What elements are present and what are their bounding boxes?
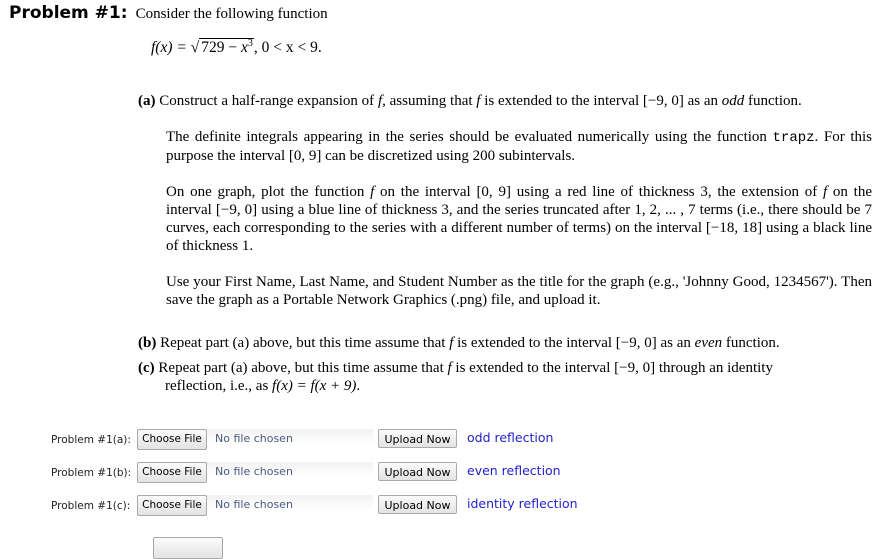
file-input-a[interactable]: Choose File No file chosen bbox=[137, 429, 373, 450]
function-formula: f(x) = √ 729 − x3, 0 < x < 9. bbox=[151, 38, 322, 57]
upload-now-button[interactable]: Upload Now bbox=[378, 462, 457, 481]
plot-instructions: On one graph, plot the function f on the… bbox=[166, 183, 872, 255]
problem-heading: Problem #1: Consider the following funct… bbox=[9, 3, 328, 23]
text-span: function. bbox=[744, 93, 802, 109]
choose-file-button[interactable]: Choose File bbox=[137, 495, 207, 516]
upload-label: Problem #1(a): bbox=[51, 434, 131, 446]
formula-radicand: 729 − x3 bbox=[199, 38, 254, 56]
problem-title: Problem #1: bbox=[9, 3, 128, 23]
text-span: is extended to the interval [−9, 0] as a… bbox=[480, 93, 722, 109]
text-span: Repeat part (a) above, but this time ass… bbox=[158, 360, 448, 376]
upload-now-button[interactable]: Upload Now bbox=[378, 495, 457, 514]
choose-file-button[interactable]: Choose File bbox=[137, 462, 207, 483]
text-span: on the interval [0, 9] using a red line … bbox=[374, 184, 823, 200]
text-span: is extended to the interval [−9, 0] as a… bbox=[453, 335, 695, 351]
identity-reflection-link[interactable]: identity reflection bbox=[467, 496, 578, 511]
radicand-constant: 729 − bbox=[201, 39, 241, 56]
part-c-second-line: reflection, i.e., as f(x) = f(x + 9). bbox=[138, 377, 872, 395]
formula-lhs: f(x) = bbox=[151, 39, 191, 56]
emphasis-even: even bbox=[694, 335, 723, 351]
part-b-label: (b) bbox=[138, 335, 157, 351]
text-span: On one graph, plot the function bbox=[166, 184, 371, 200]
upload-label: Problem #1(c): bbox=[51, 500, 131, 512]
file-status: No file chosen bbox=[215, 465, 293, 478]
upload-row-a: Problem #1(a): Choose File No file chose… bbox=[0, 428, 883, 452]
text-span: Use your First Name, Last Name, and Stud… bbox=[166, 274, 872, 308]
file-status: No file chosen bbox=[215, 432, 293, 445]
text-span: reflection, i.e., as bbox=[165, 378, 273, 394]
even-reflection-link[interactable]: even reflection bbox=[467, 463, 561, 478]
part-a-label: (a) bbox=[138, 93, 156, 109]
upload-label: Problem #1(b): bbox=[51, 467, 132, 479]
text-span: . bbox=[356, 378, 361, 394]
partially-visible-button[interactable] bbox=[153, 537, 223, 559]
problem-lead: Consider the following function bbox=[135, 6, 328, 22]
sqrt-symbol: √ bbox=[190, 39, 200, 56]
emphasis-odd: odd bbox=[721, 93, 745, 109]
file-status: No file chosen bbox=[215, 498, 293, 511]
choose-file-button[interactable]: Choose File bbox=[137, 429, 207, 450]
text-span: , assuming that bbox=[382, 93, 477, 109]
upload-row-c: Problem #1(c): Choose File No file chose… bbox=[0, 494, 883, 518]
text-span: The definite integrals appearing in the … bbox=[166, 129, 773, 145]
part-c-text: (c) Repeat part (a) above, but this time… bbox=[138, 359, 872, 395]
radicand-variable: x bbox=[240, 39, 248, 56]
file-input-c[interactable]: Choose File No file chosen bbox=[137, 495, 373, 516]
file-input-b[interactable]: Choose File No file chosen bbox=[137, 462, 373, 483]
upload-row-b: Problem #1(b): Choose File No file chose… bbox=[0, 461, 883, 485]
text-span: is extended to the interval [−9, 0] thro… bbox=[451, 360, 773, 376]
trapz-instructions: The definite integrals appearing in the … bbox=[166, 128, 872, 165]
title-instructions: Use your First Name, Last Name, and Stud… bbox=[166, 273, 872, 309]
part-c-label: (c) bbox=[138, 360, 155, 376]
radicand-exponent: 3 bbox=[247, 37, 253, 49]
upload-now-button[interactable]: Upload Now bbox=[378, 429, 457, 448]
formula-domain: , 0 < x < 9. bbox=[253, 39, 322, 56]
odd-reflection-link[interactable]: odd reflection bbox=[467, 430, 553, 445]
text-span: Construct a half-range expansion of bbox=[159, 93, 378, 109]
part-b-text: (b) Repeat part (a) above, but this time… bbox=[138, 334, 878, 352]
part-a-text: (a) Construct a half-range expansion of … bbox=[138, 92, 878, 110]
text-span: Repeat part (a) above, but this time ass… bbox=[160, 335, 450, 351]
code-trapz: trapz bbox=[772, 130, 815, 146]
text-span: function. bbox=[722, 335, 780, 351]
math-identity-equation: f(x) = f(x + 9) bbox=[272, 378, 357, 394]
